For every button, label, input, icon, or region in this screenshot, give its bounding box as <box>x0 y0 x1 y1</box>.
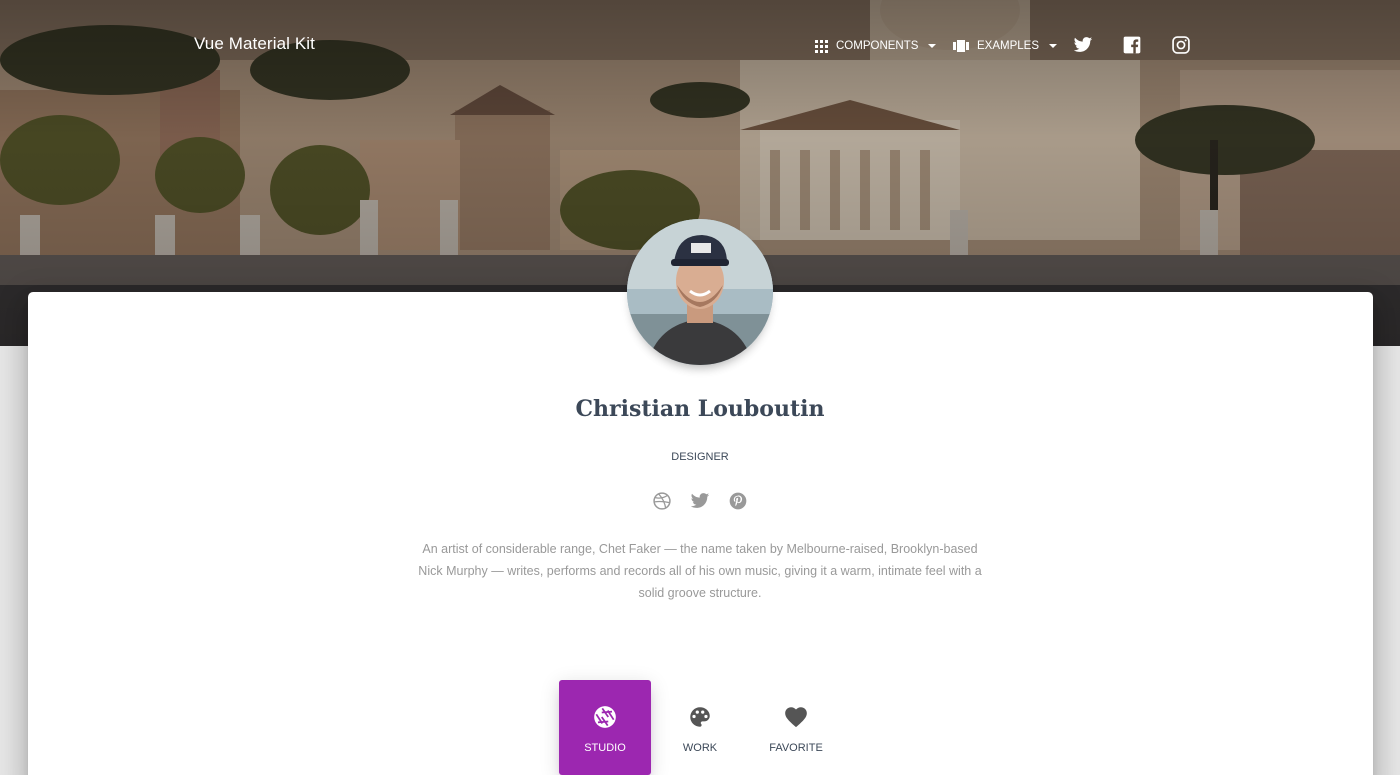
tab-label: Work <box>682 742 718 754</box>
avatar <box>627 219 773 365</box>
dribbble-icon[interactable] <box>652 491 672 511</box>
heart-icon <box>785 707 807 728</box>
components-label: Components <box>836 40 919 52</box>
camera-aperture-icon <box>594 706 616 728</box>
facebook-icon[interactable] <box>1122 35 1142 55</box>
profile-name: Christian Louboutin <box>575 396 825 422</box>
twitter-icon[interactable] <box>690 491 710 511</box>
palette-icon <box>690 707 710 727</box>
brand-logo-link[interactable]: Vue Material Kit <box>194 34 315 54</box>
examples-dropdown[interactable]: Examples <box>953 36 1057 56</box>
profile-role: Designer <box>671 451 729 463</box>
profile-bio: An artist of considerable range, Chet Fa… <box>418 542 982 600</box>
twitter-icon[interactable] <box>1073 35 1093 55</box>
instagram-icon[interactable] <box>1171 35 1191 55</box>
caret-down-icon <box>928 44 937 48</box>
components-dropdown[interactable]: Components <box>815 36 937 56</box>
tab-work[interactable]: Work <box>654 680 746 775</box>
avatar-portrait <box>627 219 773 365</box>
tab-favorite[interactable]: Favorite <box>750 680 842 775</box>
caret-down-icon <box>1049 44 1057 48</box>
tab-label: Studio <box>584 742 626 754</box>
tab-label: Favorite <box>769 742 823 754</box>
apps-grid-icon <box>815 39 828 53</box>
view-carousel-icon <box>953 40 969 52</box>
profile-social-links <box>650 491 750 511</box>
top-navbar: Vue Material Kit Components Examples <box>0 0 1400 90</box>
pinterest-icon[interactable] <box>728 491 748 511</box>
examples-label: Examples <box>977 40 1039 52</box>
tab-studio[interactable]: Studio <box>559 680 651 775</box>
